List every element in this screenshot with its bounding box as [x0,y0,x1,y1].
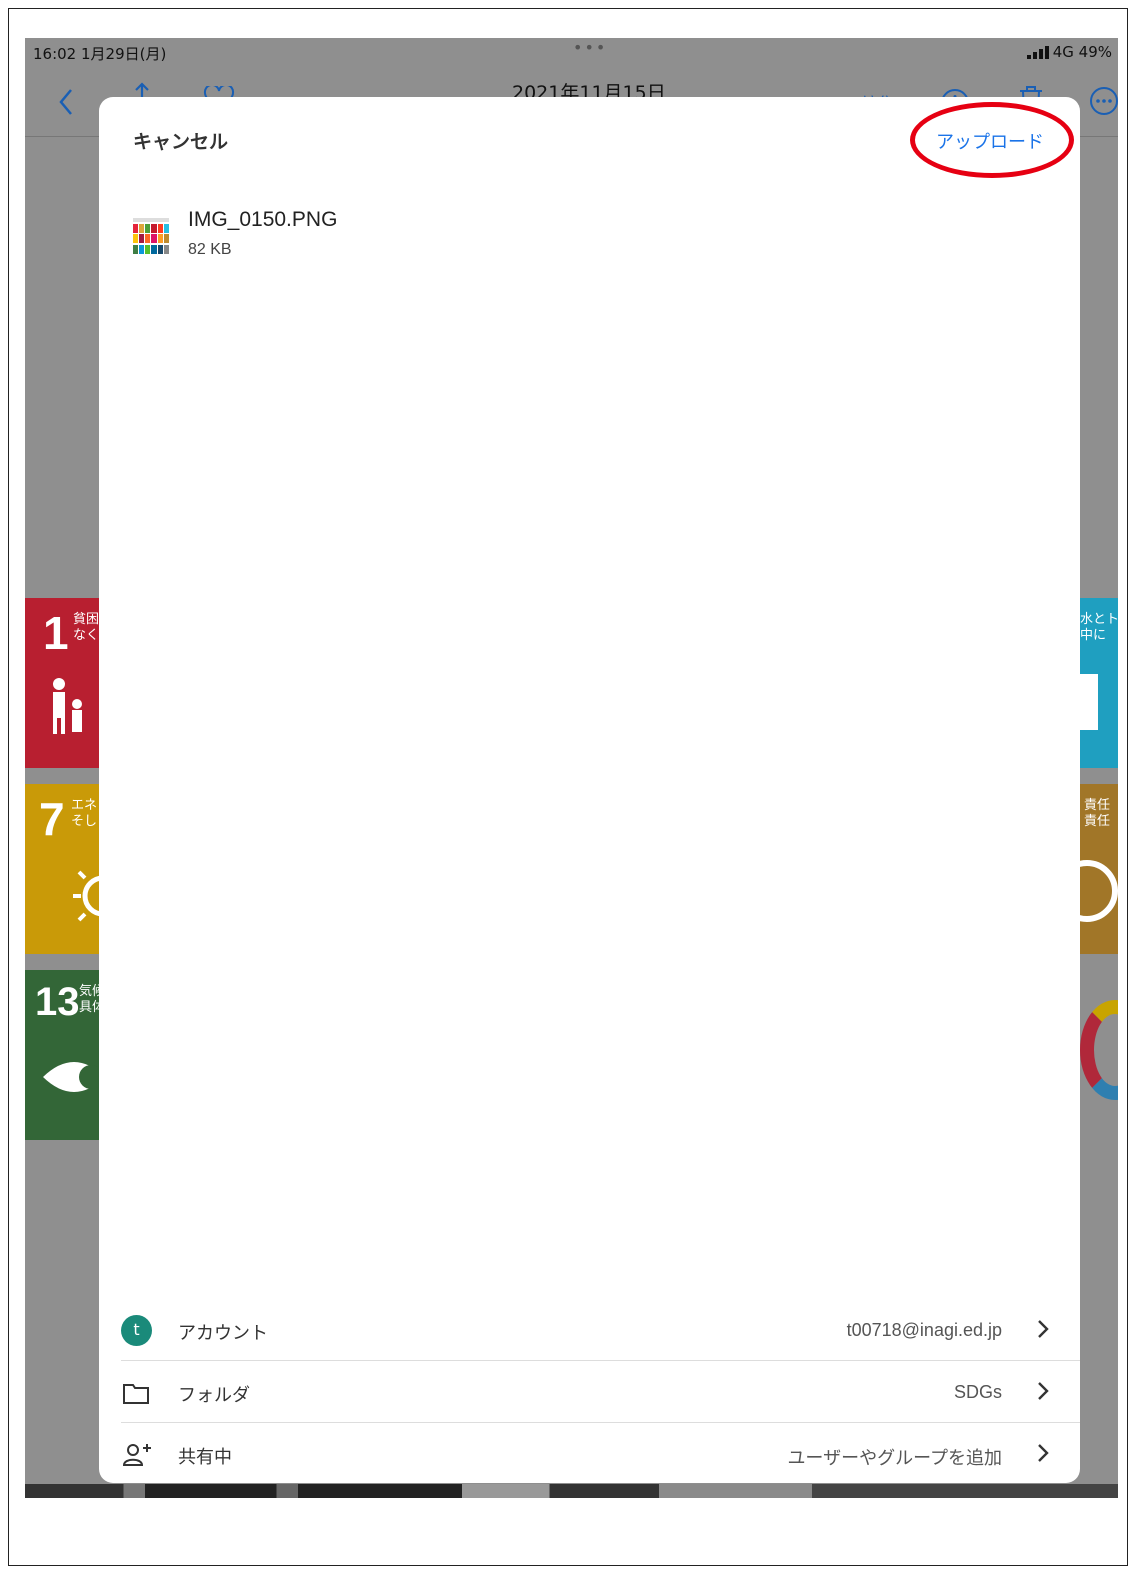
signal-icon [1026,46,1049,59]
tile-number: 13 [35,980,80,1024]
folder-label: フォルダ [178,1385,250,1406]
file-name: IMG_0150.PNG [188,208,338,231]
sdg-tile-7: 7 エネ そし [25,784,105,954]
upload-sheet: キャンセル アップロード IMG_0150.PNG 82 KB t アカウント … [99,97,1080,1483]
photo-thumbnail-strip[interactable] [25,1484,1118,1498]
file-size: 82 KB [188,241,232,258]
status-right: 4G 49% [1026,43,1112,61]
more-icon[interactable] [1089,86,1118,116]
back-chevron-icon[interactable] [58,88,74,116]
highlight-ring [910,102,1074,178]
sdg-wheel [1080,970,1118,1140]
sdg-tile-6: 水とト 中に [1080,598,1118,768]
tile-text: 水とト 中に [1080,612,1118,643]
sdg-tile-1: 1 貧困 なく [25,598,105,768]
sdg-tile-12: 責任 責任 [1080,784,1118,954]
account-row[interactable]: t アカウント t00718@inagi.ed.jp [99,1299,1080,1361]
status-bar: 16:02 1月29日(月) ••• 4G 49% [25,38,1118,68]
tile-text: 責任 責任 [1084,798,1111,829]
chevron-right-icon [1038,1382,1049,1400]
tile-number: 1 [43,607,69,659]
multitask-dots[interactable]: ••• [573,38,607,57]
add-person-icon [122,1444,151,1466]
folder-icon [123,1384,149,1404]
chevron-right-icon [1038,1444,1049,1462]
account-value: t00718@inagi.ed.jp [846,1320,1002,1340]
network-battery-text: 4G 49% [1052,43,1112,61]
cancel-button[interactable]: キャンセル [133,127,228,154]
folder-value: SDGs [953,1382,1002,1402]
eye-globe-icon [43,1062,105,1092]
folder-row[interactable]: フォルダ SDGs [99,1361,1080,1423]
file-thumbnail [133,218,169,254]
sharing-row[interactable]: 共有中 ユーザーやグループを追加 [99,1423,1080,1483]
family-icon [53,678,82,734]
sharing-label: 共有中 [178,1447,232,1468]
avatar: t [121,1315,152,1346]
sharing-value: ユーザーやグループを追加 [787,1448,1002,1468]
sdg-tile-13: 13 気候 具体 [25,970,105,1140]
chevron-right-icon [1038,1320,1049,1338]
tile-text: 貧困 なく [73,612,100,643]
account-label: アカウント [178,1323,268,1344]
status-time: 16:02 1月29日(月) [33,45,167,63]
tile-number: 7 [39,793,65,845]
tile-text: エネ そし [71,798,98,829]
